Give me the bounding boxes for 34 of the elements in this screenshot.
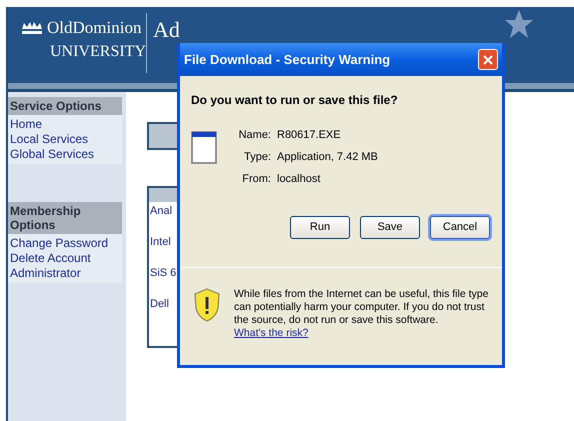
close-button[interactable] <box>478 49 498 70</box>
sidebar-link[interactable]: Local Services <box>8 132 122 147</box>
dialog-button[interactable]: Cancel <box>430 216 490 239</box>
risk-link[interactable]: What's the risk? <box>234 327 308 339</box>
field-label: Name: <box>238 129 271 142</box>
star-icon <box>504 9 534 39</box>
sidebar-link[interactable]: Change Password <box>8 236 122 251</box>
dialog-question: Do you want to run or save this file? <box>191 92 399 109</box>
section-header: Service Options <box>8 97 122 115</box>
warning-shield-icon <box>194 288 220 322</box>
field-value: R80617.EXE <box>277 129 341 142</box>
sidebar-link[interactable]: Administrator <box>8 266 122 281</box>
dialog-button[interactable]: Run <box>290 216 350 239</box>
table-cell: Dell <box>150 297 169 312</box>
site-title: Ad <box>153 17 180 43</box>
close-icon <box>483 54 493 64</box>
field-label: Type: <box>243 151 271 164</box>
logo-text: OldDominion <box>47 19 142 36</box>
field-value: localhost <box>277 173 320 186</box>
logo-text: UNIVERSITY <box>50 42 146 62</box>
sidebar-link[interactable]: Global Services <box>8 147 122 162</box>
field-value: Application, 7.42 MB <box>277 151 378 164</box>
sidebar-link[interactable]: Home <box>8 117 122 132</box>
dialog-title: File Download - Security Warning <box>184 50 390 69</box>
sidebar-link[interactable]: Delete Account <box>8 251 122 266</box>
dialog-button[interactable]: Save <box>360 216 420 239</box>
field-label: From: <box>241 173 271 186</box>
table-cell: Anal <box>150 204 172 219</box>
table-cell: SiS 6 <box>150 266 176 281</box>
warning-message: While files from the Internet can be useful, this file type can potentially harm your computer. If you do not trust the source, do not run or save this software. What's the risk? <box>234 288 490 340</box>
section-header: Membership Options <box>8 202 122 234</box>
crown-icon <box>20 20 44 34</box>
application-icon <box>191 131 217 164</box>
table-cell: Intel <box>150 235 171 250</box>
